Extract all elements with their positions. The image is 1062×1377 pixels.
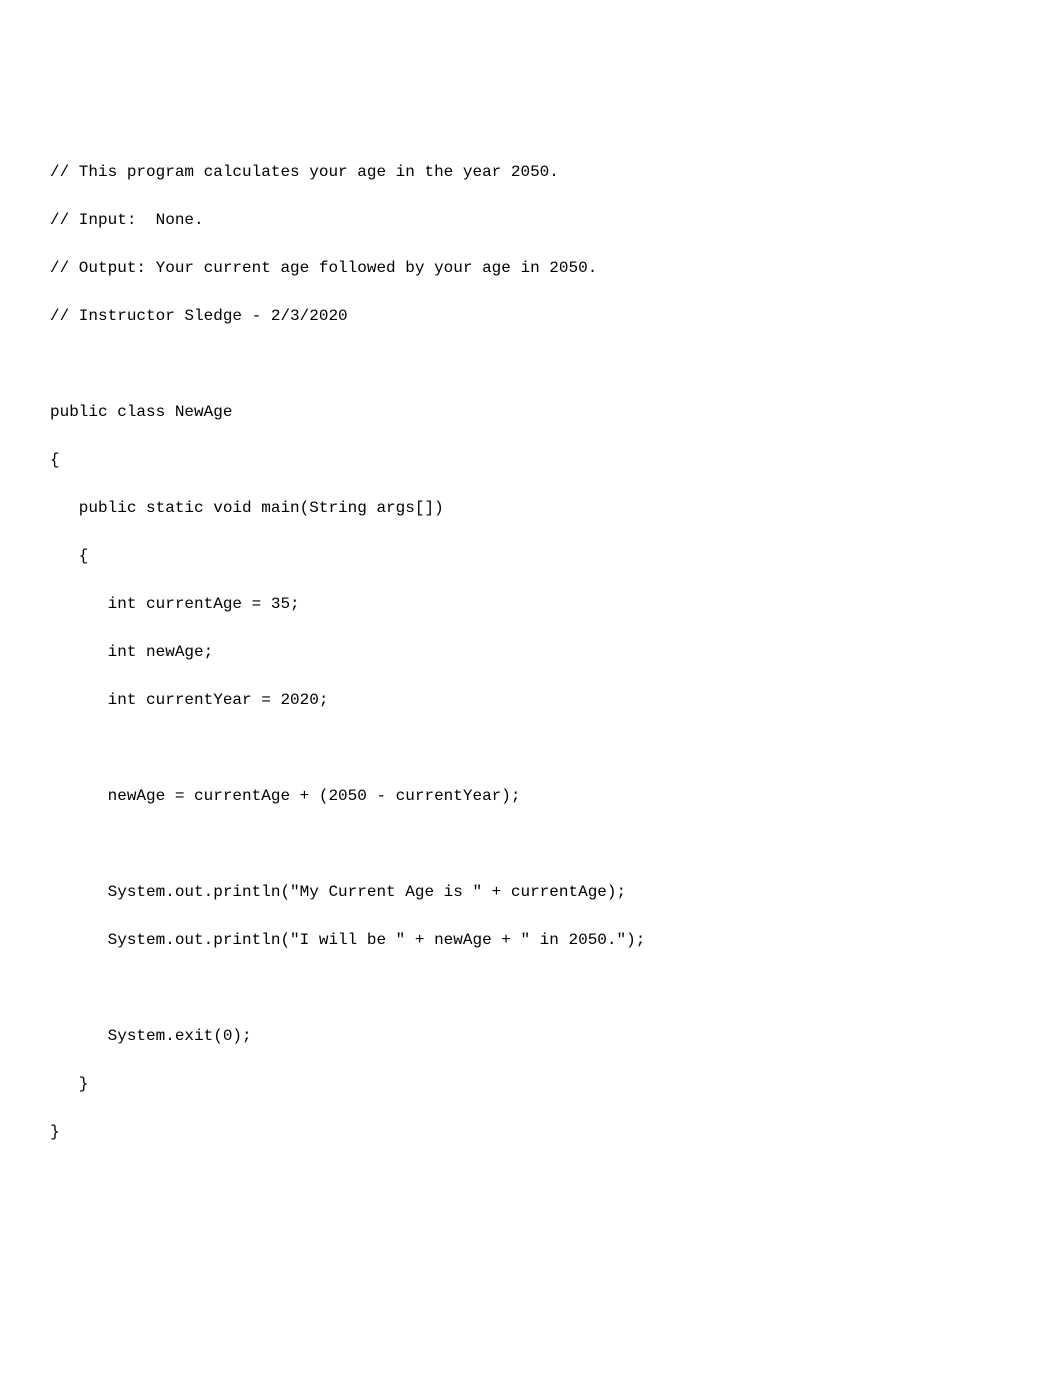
code-line: newAge = currentAge + (2050 - currentYea…: [50, 784, 1012, 808]
code-line: [50, 736, 1012, 760]
code-line: System.exit(0);: [50, 1024, 1012, 1048]
code-line: // This program calculates your age in t…: [50, 160, 1012, 184]
code-line: int newAge;: [50, 640, 1012, 664]
code-line: [50, 352, 1012, 376]
code-line: {: [50, 448, 1012, 472]
code-line: // Input: None.: [50, 208, 1012, 232]
code-line: [50, 832, 1012, 856]
code-line: public static void main(String args[]): [50, 496, 1012, 520]
code-line: [50, 976, 1012, 1000]
code-block: // This program calculates your age in t…: [50, 136, 1012, 1168]
code-line: // Instructor Sledge - 2/3/2020: [50, 304, 1012, 328]
code-line: System.out.println("I will be " + newAge…: [50, 928, 1012, 952]
code-line: }: [50, 1120, 1012, 1144]
code-line: int currentYear = 2020;: [50, 688, 1012, 712]
code-line: public class NewAge: [50, 400, 1012, 424]
code-line: {: [50, 544, 1012, 568]
code-line: int currentAge = 35;: [50, 592, 1012, 616]
code-line: // Output: Your current age followed by …: [50, 256, 1012, 280]
code-line: }: [50, 1072, 1012, 1096]
code-line: System.out.println("My Current Age is " …: [50, 880, 1012, 904]
